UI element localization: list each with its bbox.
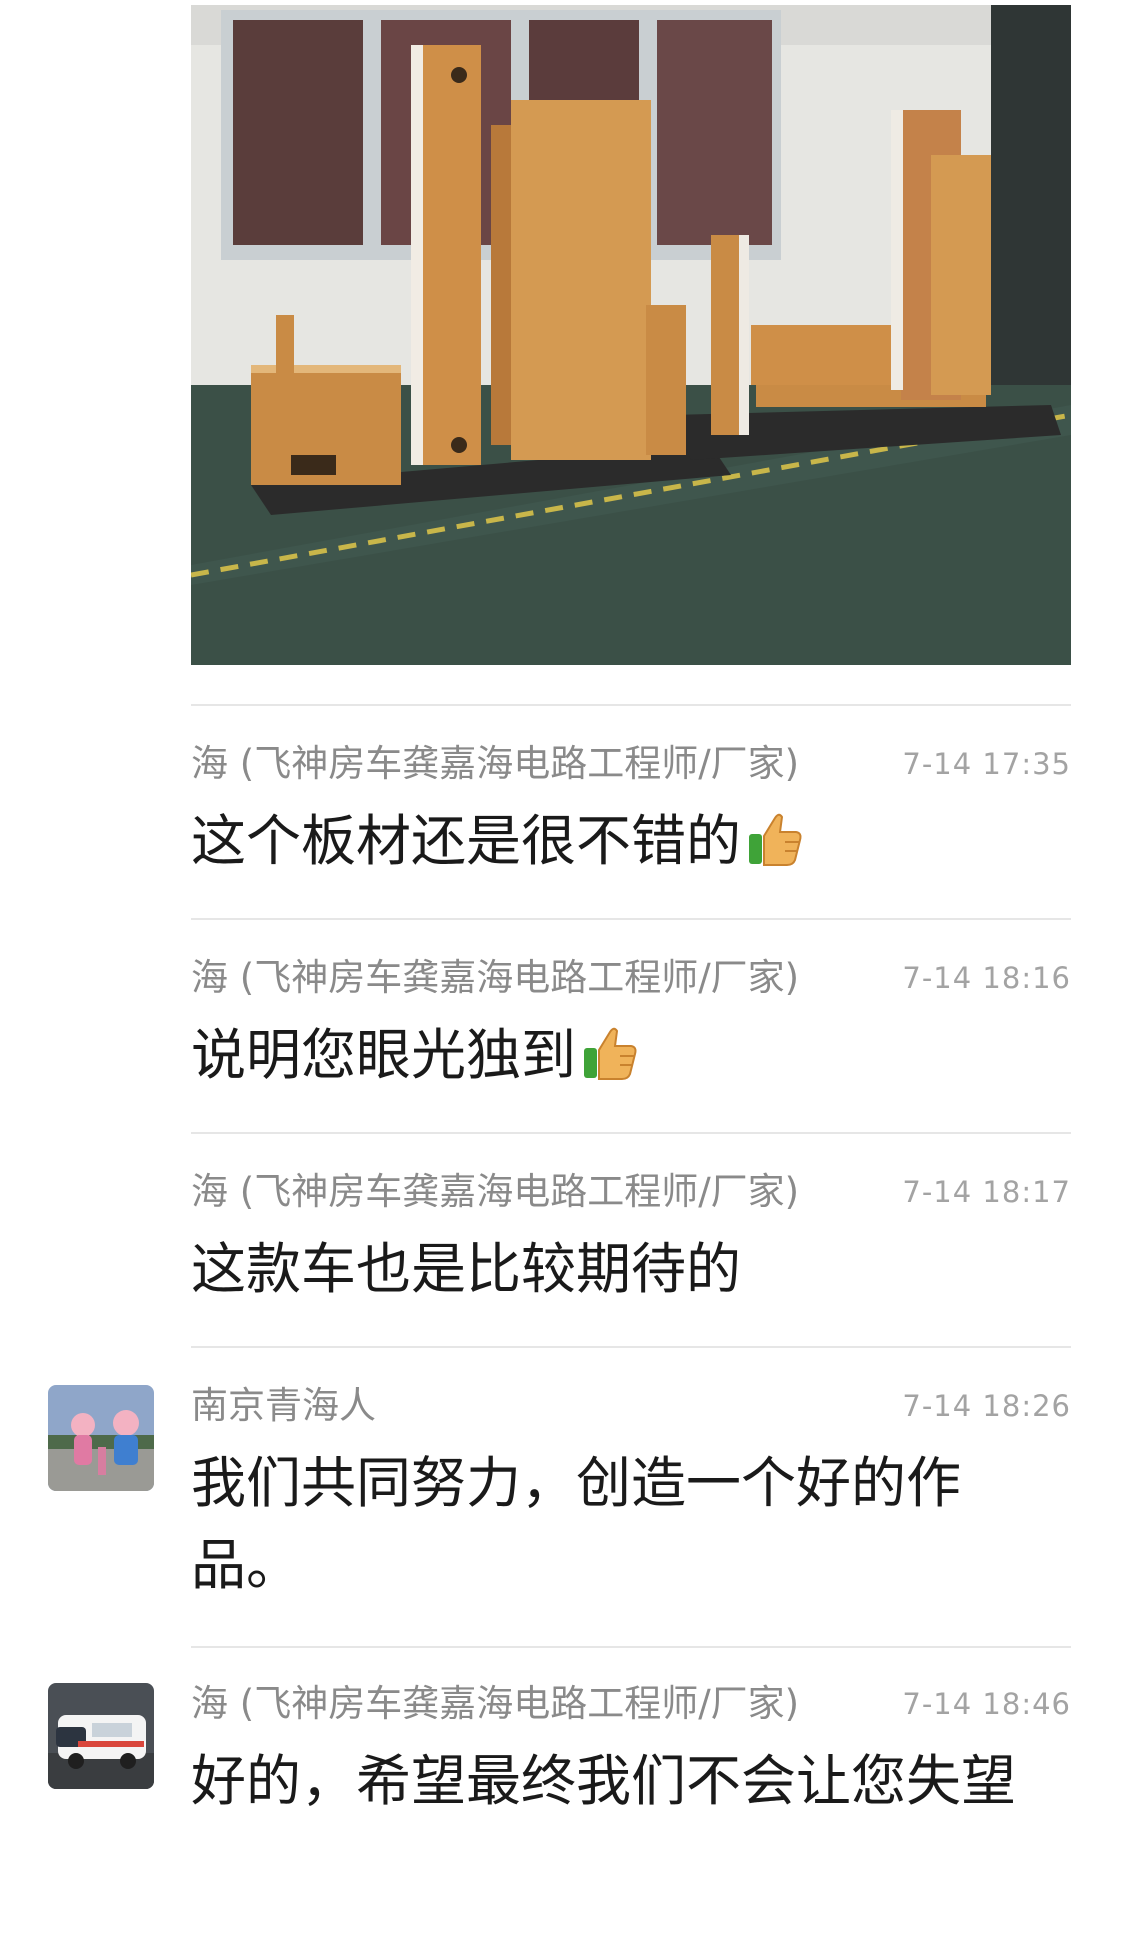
message-time: 7-14 18:17: [902, 1175, 1071, 1209]
message-divider: [191, 1346, 1071, 1348]
sender-name[interactable]: 海 (飞神房车龚嘉海电路工程师/厂家): [191, 1168, 799, 1216]
message-text: 这个板材还是很不错的: [191, 800, 1071, 882]
sender-name[interactable]: 海 (飞神房车龚嘉海电路工程师/厂家): [191, 1680, 799, 1728]
avatar[interactable]: [48, 1683, 154, 1789]
message-time: 7-14 18:16: [902, 961, 1071, 995]
message-text: 这款车也是比较期待的: [191, 1237, 742, 1301]
message-divider: [191, 704, 1071, 706]
message-divider: [191, 918, 1071, 920]
message-divider: [191, 1646, 1071, 1648]
thumbs-up-icon: [584, 1027, 637, 1080]
message-time: 7-14 17:35: [902, 747, 1071, 781]
avatar-cartoon-figures-image: [48, 1385, 154, 1491]
thumbs-up-icon: [749, 813, 802, 866]
message-divider: [191, 1132, 1071, 1134]
message-time: 7-14 18:46: [902, 1687, 1071, 1721]
photo-furniture-panels-image: [191, 5, 1071, 665]
avatar-rv-van-image: [48, 1683, 154, 1789]
message-text: 说明您眼光独到: [191, 1014, 1071, 1096]
avatar[interactable]: [48, 1385, 154, 1491]
message-text: 好的，希望最终我们不会让您失望: [191, 1749, 1017, 1813]
message-text: 我们共同努力，创造一个好的作品。: [191, 1451, 962, 1597]
sender-name[interactable]: 海 (飞神房车龚嘉海电路工程师/厂家): [191, 954, 799, 1002]
sender-name[interactable]: 海 (飞神房车龚嘉海电路工程师/厂家): [191, 740, 799, 788]
shared-photo[interactable]: [191, 5, 1071, 665]
message-time: 7-14 18:26: [902, 1389, 1071, 1423]
sender-name[interactable]: 南京青海人: [191, 1382, 376, 1430]
